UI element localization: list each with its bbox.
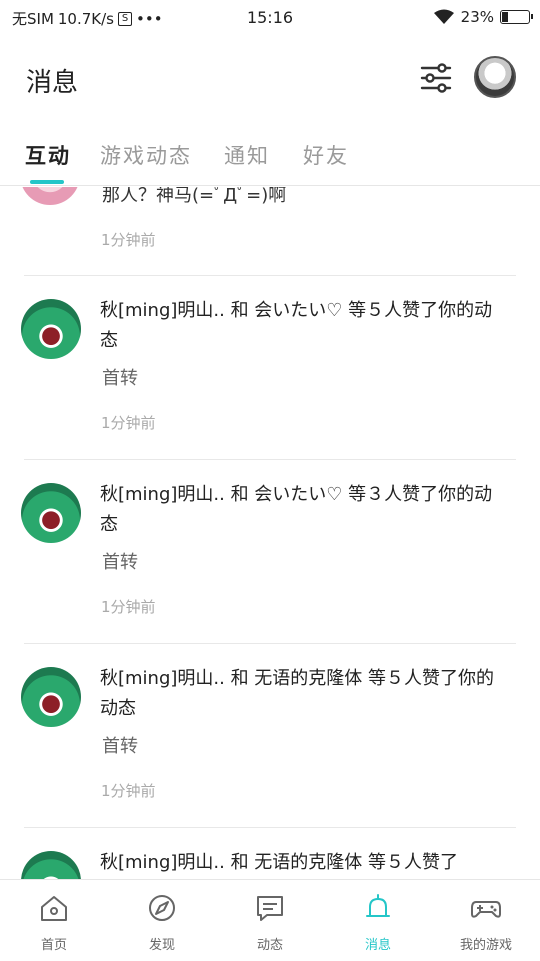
list-item[interactable]: 秋[ming]明山.. 和 会いたい♡ 等３人赞了你的动态 首转 1分钟前 bbox=[0, 460, 540, 644]
nav-home[interactable]: 首页 bbox=[0, 880, 108, 961]
home-icon bbox=[41, 896, 67, 921]
item-time: 1分钟前 bbox=[101, 231, 156, 249]
discover-icon bbox=[149, 895, 175, 921]
nav-label: 发现 bbox=[148, 938, 175, 953]
wifi-icon bbox=[433, 9, 454, 24]
item-time: 1分钟前 bbox=[101, 782, 156, 800]
nav-discover[interactable]: 发现 bbox=[108, 880, 216, 961]
item-text: 秋[ming]明山.. 和 无语的克隆体 等５人赞了你的动态 bbox=[100, 668, 495, 719]
item-text: 秋[ming]明山.. 和 无语的克隆体 等５人赞了 bbox=[100, 852, 459, 873]
page-title: 消息 bbox=[26, 68, 79, 98]
item-avatar[interactable] bbox=[21, 299, 81, 359]
tab-interaction[interactable]: 互动 bbox=[25, 140, 71, 170]
nav-label: 首页 bbox=[40, 938, 67, 953]
bell-icon bbox=[366, 894, 390, 917]
item-quote: 首转 bbox=[102, 368, 138, 389]
battery-icon bbox=[500, 10, 533, 24]
list-item[interactable]: 那人？神马(=ﾟДﾟ=)啊 1分钟前 bbox=[0, 187, 540, 275]
message-tabs: 互动 游戏动态 通知 好友 bbox=[0, 120, 540, 186]
tab-game-activity[interactable]: 游戏动态 bbox=[100, 140, 192, 170]
status-bar: 无SIM 10.7K/s S ••• 15:16 23% bbox=[0, 0, 540, 36]
item-quote: 首转 bbox=[102, 552, 138, 573]
message-list[interactable]: 那人？神马(=ﾟДﾟ=)啊 1分钟前 秋[ming]明山.. 和 会いたい♡ 等… bbox=[0, 187, 540, 879]
item-avatar[interactable] bbox=[21, 483, 81, 543]
list-item[interactable]: 秋[ming]明山.. 和 无语的克隆体 等５人赞了你的动态 首转 1分钟前 bbox=[0, 644, 540, 828]
nav-label: 动态 bbox=[256, 938, 283, 953]
filter-settings-icon[interactable] bbox=[416, 58, 456, 98]
item-avatar[interactable] bbox=[21, 667, 81, 727]
user-avatar[interactable] bbox=[474, 56, 516, 98]
list-item[interactable]: 秋[ming]明山.. 和 会いたい♡ 等５人赞了你的动态 首转 1分钟前 bbox=[0, 276, 540, 460]
item-text: 那人？神马(=ﾟДﾟ=)啊 bbox=[102, 187, 287, 206]
nav-messages[interactable]: 消息 bbox=[324, 880, 432, 961]
active-tab-indicator bbox=[30, 180, 64, 184]
item-time: 1分钟前 bbox=[101, 598, 156, 616]
bottom-navigation: 首页 发现 动态 消息 我的游戏 bbox=[0, 879, 540, 960]
item-avatar[interactable] bbox=[20, 187, 80, 205]
page-header: 消息 bbox=[0, 36, 540, 120]
nav-label: 消息 bbox=[364, 938, 391, 953]
item-time: 1分钟前 bbox=[101, 414, 156, 432]
status-right: 23% bbox=[433, 8, 533, 26]
nav-my-games[interactable]: 我的游戏 bbox=[432, 880, 540, 961]
item-text: 秋[ming]明山.. 和 会いたい♡ 等５人赞了你的动态 bbox=[100, 300, 493, 351]
item-quote: 首转 bbox=[102, 736, 138, 757]
list-item[interactable]: 秋[ming]明山.. 和 无语的克隆体 等５人赞了 bbox=[0, 828, 540, 879]
feed-icon bbox=[257, 896, 283, 921]
nav-feed[interactable]: 动态 bbox=[216, 880, 324, 961]
nav-label: 我的游戏 bbox=[459, 938, 512, 953]
tab-notifications[interactable]: 通知 bbox=[224, 140, 270, 170]
gamepad-icon bbox=[471, 901, 501, 918]
tab-friends[interactable]: 好友 bbox=[303, 140, 349, 170]
battery-percent: 23% bbox=[460, 8, 494, 26]
item-text: 秋[ming]明山.. 和 会いたい♡ 等３人赞了你的动态 bbox=[100, 484, 493, 535]
item-avatar[interactable] bbox=[21, 851, 81, 879]
